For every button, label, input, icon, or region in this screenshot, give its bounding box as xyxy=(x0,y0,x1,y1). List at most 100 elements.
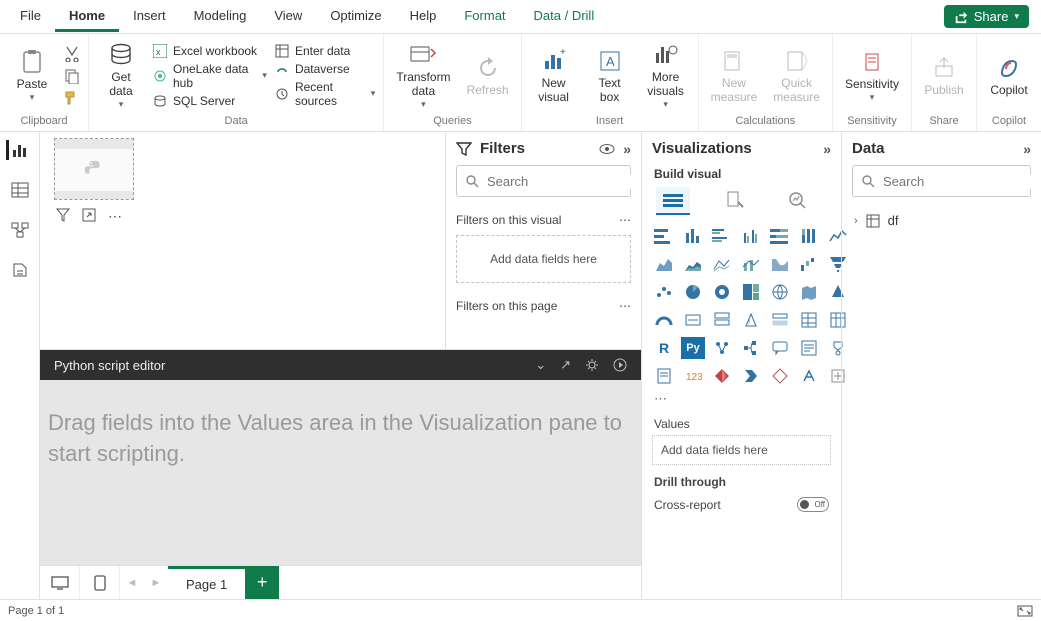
sensitivity-button[interactable]: Sensitivity ▾ xyxy=(841,46,903,105)
stacked-bar-icon[interactable] xyxy=(652,225,676,247)
paginated-icon[interactable] xyxy=(652,365,676,387)
onelake-button[interactable]: OneLake data hub▾ xyxy=(153,62,267,90)
menu-format[interactable]: Format xyxy=(450,2,519,32)
format-painter-icon[interactable] xyxy=(64,90,80,106)
dataverse-button[interactable]: Dataverse xyxy=(275,62,375,76)
page-next[interactable]: ► xyxy=(144,566,168,599)
map-icon[interactable] xyxy=(768,281,792,303)
mobile-layout-icon[interactable] xyxy=(80,566,120,599)
cut-icon[interactable] xyxy=(64,46,80,62)
dax-view-icon[interactable] xyxy=(8,260,32,280)
smart-narrative-icon[interactable] xyxy=(797,337,821,359)
desktop-layout-icon[interactable] xyxy=(40,566,80,599)
collapse-icon[interactable]: » xyxy=(1023,141,1031,157)
menu-help[interactable]: Help xyxy=(396,2,451,32)
text-box-button[interactable]: A Text box xyxy=(586,45,634,105)
transform-data-button[interactable]: Transform data ▾ xyxy=(392,39,454,111)
zoom-fit-icon[interactable] xyxy=(1017,605,1033,617)
decomposition-icon[interactable] xyxy=(739,337,763,359)
ribbon-chart-icon[interactable] xyxy=(768,253,792,275)
menu-datadrill[interactable]: Data / Drill xyxy=(520,2,609,32)
more-visuals-button[interactable]: More visuals ▾ xyxy=(642,39,690,111)
new-visual-button[interactable]: + New visual xyxy=(530,45,578,105)
collapse-icon[interactable]: » xyxy=(823,141,831,157)
eye-icon[interactable] xyxy=(599,143,615,155)
enter-data-button[interactable]: Enter data xyxy=(275,44,375,58)
visual-filter-drop[interactable]: Add data fields here xyxy=(456,235,631,283)
focus-icon[interactable] xyxy=(82,208,96,225)
menu-modeling[interactable]: Modeling xyxy=(180,2,261,32)
line-clustered-icon[interactable] xyxy=(739,253,763,275)
kpi-icon[interactable]: ! xyxy=(739,309,763,331)
table-visual-icon[interactable] xyxy=(797,309,821,331)
waterfall-icon[interactable] xyxy=(797,253,821,275)
chevron-down-icon[interactable]: ⌄ xyxy=(535,357,546,373)
more-visuals-icon[interactable]: ⋯ xyxy=(642,391,841,407)
page-tab-1[interactable]: Page 1 xyxy=(168,566,245,599)
more-icon[interactable]: ⋯ xyxy=(619,213,631,227)
filter-icon[interactable] xyxy=(56,208,70,225)
table-view-icon[interactable] xyxy=(8,180,32,200)
stacked-area-icon[interactable] xyxy=(681,253,705,275)
gear-icon[interactable] xyxy=(585,358,599,372)
line-stacked-icon[interactable] xyxy=(710,253,734,275)
hundred-stacked-column-icon[interactable] xyxy=(797,225,821,247)
share-button[interactable]: Share ▾ xyxy=(944,5,1029,28)
filters-search-input[interactable] xyxy=(487,174,663,189)
publish-button[interactable]: Publish xyxy=(920,52,968,99)
filters-search[interactable] xyxy=(456,165,631,197)
multi-card-icon[interactable] xyxy=(710,309,734,331)
page-prev[interactable]: ◄ xyxy=(120,566,144,599)
more-icon[interactable]: ⋯ xyxy=(619,299,631,313)
ai-visual-icon[interactable] xyxy=(797,365,821,387)
quick-measure-button[interactable]: Quick measure xyxy=(769,45,824,105)
recent-sources-button[interactable]: Recent sources▾ xyxy=(275,80,375,108)
pie-icon[interactable] xyxy=(681,281,705,303)
stacked-column-icon[interactable] xyxy=(681,225,705,247)
more-options-icon[interactable]: ⋯ xyxy=(108,208,122,225)
menu-home[interactable]: Home xyxy=(55,2,119,32)
python-visual-placeholder[interactable] xyxy=(54,138,134,200)
qa-icon[interactable] xyxy=(768,337,792,359)
cross-report-toggle[interactable]: Off xyxy=(797,497,829,512)
power-apps-icon[interactable] xyxy=(710,365,734,387)
get-data-button[interactable]: Get data ▾ xyxy=(97,39,145,111)
report-canvas[interactable]: ⋯ xyxy=(40,132,445,349)
filled-map-icon[interactable] xyxy=(797,281,821,303)
hundred-stacked-bar-icon[interactable] xyxy=(768,225,792,247)
paste-button[interactable]: Paste ▾ xyxy=(8,46,56,105)
slicer-icon[interactable] xyxy=(768,309,792,331)
treemap-icon[interactable] xyxy=(739,281,763,303)
field-table-df[interactable]: › df xyxy=(842,207,1041,234)
area-chart-icon[interactable] xyxy=(652,253,676,275)
fields-search[interactable] xyxy=(852,165,1031,197)
clustered-bar-icon[interactable] xyxy=(710,225,734,247)
menu-view[interactable]: View xyxy=(260,2,316,32)
gauge-icon[interactable] xyxy=(652,309,676,331)
python-visual-icon[interactable]: Py xyxy=(681,337,705,359)
clustered-column-icon[interactable] xyxy=(739,225,763,247)
model-view-icon[interactable] xyxy=(8,220,32,240)
key-influencers-icon[interactable] xyxy=(710,337,734,359)
build-visual-tab[interactable] xyxy=(656,187,690,215)
add-page-button[interactable]: + xyxy=(245,566,279,599)
run-icon[interactable] xyxy=(613,358,627,372)
copy-icon[interactable] xyxy=(64,68,80,84)
new-measure-button[interactable]: New measure xyxy=(707,45,762,105)
menu-insert[interactable]: Insert xyxy=(119,2,180,32)
refresh-button[interactable]: Refresh xyxy=(463,52,513,99)
excel-workbook-button[interactable]: xExcel workbook xyxy=(153,44,267,58)
fields-search-input[interactable] xyxy=(883,174,1041,189)
shape-map-icon[interactable] xyxy=(768,365,792,387)
sql-server-button[interactable]: SQL Server xyxy=(153,94,267,108)
scatter-icon[interactable] xyxy=(652,281,676,303)
format-visual-tab[interactable] xyxy=(718,187,752,215)
menu-optimize[interactable]: Optimize xyxy=(316,2,395,32)
arcgis-icon[interactable]: 123 xyxy=(681,365,705,387)
card-icon[interactable] xyxy=(681,309,705,331)
power-automate-icon[interactable] xyxy=(739,365,763,387)
report-view-icon[interactable] xyxy=(6,140,30,160)
popout-icon[interactable]: ↗ xyxy=(560,357,571,373)
analytics-tab[interactable] xyxy=(780,187,814,215)
collapse-icon[interactable]: » xyxy=(623,141,631,157)
